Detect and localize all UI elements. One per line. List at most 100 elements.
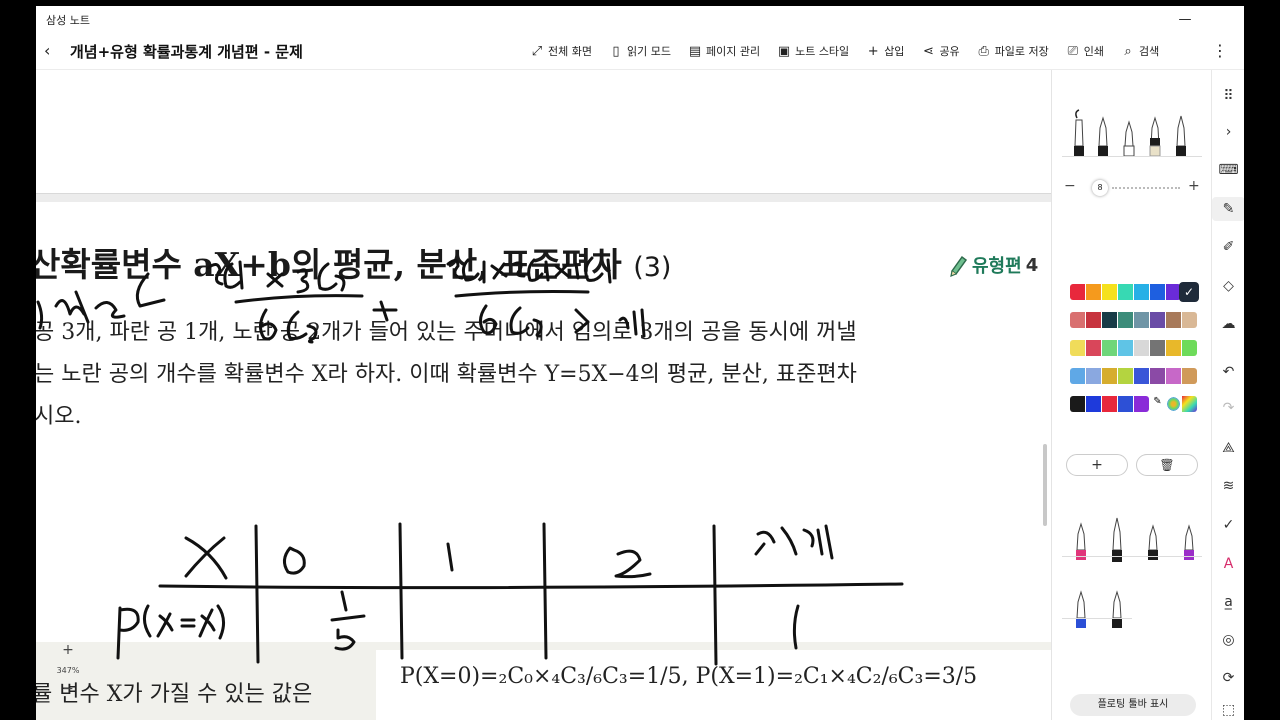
color-swatch[interactable] (1118, 396, 1133, 412)
checklist-icon[interactable]: ✓ (1212, 513, 1244, 537)
zoom-in-button[interactable]: + (62, 642, 74, 658)
color-swatch[interactable] (1182, 368, 1197, 384)
color-swatch[interactable] (1118, 284, 1133, 300)
color-swatch[interactable] (1118, 340, 1133, 356)
color-swatch[interactable] (1166, 368, 1181, 384)
convert-icon[interactable]: ⟳ (1212, 666, 1244, 690)
size-increase-button[interactable]: + (1188, 178, 1200, 194)
print-button[interactable]: ⎚ 인쇄 (1066, 43, 1104, 59)
color-swatch[interactable] (1070, 368, 1085, 384)
frame-icon[interactable]: ⬚ (1212, 698, 1244, 720)
zoom-out-button[interactable]: − (62, 681, 74, 697)
color-swatch[interactable] (1070, 284, 1085, 300)
print-label: 인쇄 (1083, 45, 1105, 58)
note-style-button[interactable]: ▣ 노트 스타일 (777, 43, 849, 59)
text-style-icon[interactable]: a̲ (1212, 590, 1244, 614)
custom-color-icon[interactable] (1182, 396, 1197, 412)
divider (1062, 618, 1132, 619)
color-swatch[interactable] (1150, 368, 1165, 384)
pen-tool-icon[interactable]: ✎ (1212, 197, 1244, 221)
shapes-icon[interactable]: ◎ (1212, 628, 1244, 652)
share-button[interactable]: ⋖ 공유 (921, 43, 960, 59)
font-icon[interactable]: A (1212, 552, 1244, 576)
app-window: 삼성 노트 — ‹ 개념+유형 확률과통계 개념편 - 문제 ⤢ 전체 화면 ▯… (36, 6, 1244, 720)
lasso-icon[interactable]: ☁ (1212, 312, 1244, 336)
selected-color-check-icon[interactable]: ✓ (1179, 282, 1199, 302)
color-swatch[interactable] (1134, 312, 1149, 328)
color-swatch[interactable] (1182, 312, 1197, 328)
color-picker-icon[interactable] (1166, 396, 1181, 412)
add-pen-button[interactable]: + (1066, 454, 1128, 476)
color-swatch[interactable] (1086, 340, 1101, 356)
more-options-icon[interactable]: ⋮ (1212, 41, 1228, 60)
redo-icon[interactable]: ↷ (1212, 396, 1244, 420)
color-swatch[interactable] (1134, 284, 1149, 300)
search-label: 검색 (1139, 45, 1160, 58)
color-swatch[interactable] (1102, 284, 1117, 300)
color-swatch[interactable] (1086, 312, 1101, 328)
app-title: 삼성 노트 (46, 14, 90, 27)
color-swatch[interactable] (1086, 368, 1101, 384)
color-swatch[interactable] (1070, 340, 1085, 356)
color-swatch[interactable] (1134, 340, 1149, 356)
expand-arrow-icon[interactable]: › (1212, 120, 1244, 144)
previous-page (36, 70, 1051, 194)
pencil-tool-icon[interactable] (1120, 106, 1138, 158)
color-swatch[interactable] (1134, 396, 1149, 412)
fullscreen-button[interactable]: ⤢ 전체 화면 (530, 43, 592, 59)
fountain-pen-icon[interactable] (1070, 106, 1088, 158)
trash-icon[interactable]: 🗑 (1136, 454, 1198, 476)
probability-formula: P(X=0)=₂C₀×₄C₃/₆C₃=1/5, P(X=1)=₂C₁×₄C₂/₆… (400, 664, 978, 689)
color-swatch[interactable] (1166, 312, 1181, 328)
show-floating-toolbar-button[interactable]: 플로팅 툴바 표시 (1070, 694, 1196, 716)
keyboard-icon[interactable]: ⌨ (1212, 158, 1244, 182)
color-swatch[interactable] (1086, 396, 1101, 412)
color-swatch[interactable] (1070, 312, 1085, 328)
note-toolbar: ‹ 개념+유형 확률과통계 개념편 - 문제 ⤢ 전체 화면 ▯ 읽기 모드 ▤ 페이… (36, 32, 1244, 70)
marker-icon[interactable] (1172, 106, 1190, 158)
title-bar: 삼성 노트 — (36, 6, 1244, 32)
size-decrease-button[interactable]: − (1064, 178, 1076, 194)
color-swatch[interactable] (1118, 312, 1133, 328)
save-as-file-button[interactable]: ⎙ 파일로 저장 (977, 43, 1048, 59)
color-swatch[interactable] (1150, 284, 1165, 300)
favorite-pen-dark-icon[interactable] (1108, 580, 1126, 632)
favorite-pen-blue-icon[interactable] (1072, 580, 1090, 632)
color-swatch[interactable] (1086, 284, 1101, 300)
color-swatch[interactable] (1150, 312, 1165, 328)
divider (1062, 156, 1202, 157)
eyedropper-icon[interactable]: ✎ (1150, 396, 1165, 412)
pen-size-slider[interactable]: − 8 + (1064, 178, 1204, 198)
undo-icon[interactable]: ↶ (1212, 360, 1244, 384)
pen-icon[interactable] (1094, 106, 1112, 158)
highlighter-icon[interactable]: ✐ (1212, 235, 1244, 259)
color-swatch[interactable] (1102, 340, 1117, 356)
vertical-scrollbar[interactable] (1043, 444, 1047, 526)
color-swatch[interactable] (1182, 340, 1197, 356)
note-canvas[interactable]: 산확률변수 aX+b의 평균, 분산, 표준편차 (3) 유형편 4 공 3개,… (36, 70, 1051, 720)
shape-icon[interactable]: ⟁ (1212, 436, 1244, 460)
color-swatch[interactable] (1102, 312, 1117, 328)
problem-line-1: 공 3개, 파란 공 1개, 노란 공 2개가 들어 있는 주머니에서 임의로 … (36, 320, 857, 345)
color-swatch[interactable] (1166, 340, 1181, 356)
drag-handle-icon[interactable]: ⠿ (1212, 84, 1244, 108)
size-track[interactable] (1112, 187, 1180, 189)
text-lines-icon[interactable]: ≋ (1212, 474, 1244, 498)
color-swatch[interactable] (1150, 340, 1165, 356)
insert-button[interactable]: + 삽입 (866, 43, 905, 59)
color-swatch[interactable] (1134, 368, 1149, 384)
search-icon: ⌕ (1124, 43, 1132, 59)
search-button[interactable]: ⌕ 검색 (1121, 43, 1159, 59)
page-manage-button[interactable]: ▤ 페이지 관리 (688, 43, 760, 59)
color-swatch[interactable] (1102, 396, 1117, 412)
read-mode-button[interactable]: ▯ 읽기 모드 (609, 43, 671, 59)
color-swatch[interactable] (1102, 368, 1117, 384)
brush-pen-icon[interactable] (1146, 106, 1164, 158)
tool-strip: ⠿ › ⌨ ✎ ✐ ◇ ☁ ↶ ↷ ⟁ ≋ ✓ Aa̲ ◎ ⟳ ⬚ (1211, 70, 1244, 720)
color-swatch[interactable] (1118, 368, 1133, 384)
eraser-icon[interactable]: ◇ (1212, 274, 1244, 298)
back-arrow-icon[interactable]: ‹ (44, 41, 62, 61)
window-minimize-icon[interactable] (1167, 6, 1205, 32)
color-swatch[interactable] (1070, 396, 1085, 412)
zoom-control: + 347% − (54, 642, 82, 698)
